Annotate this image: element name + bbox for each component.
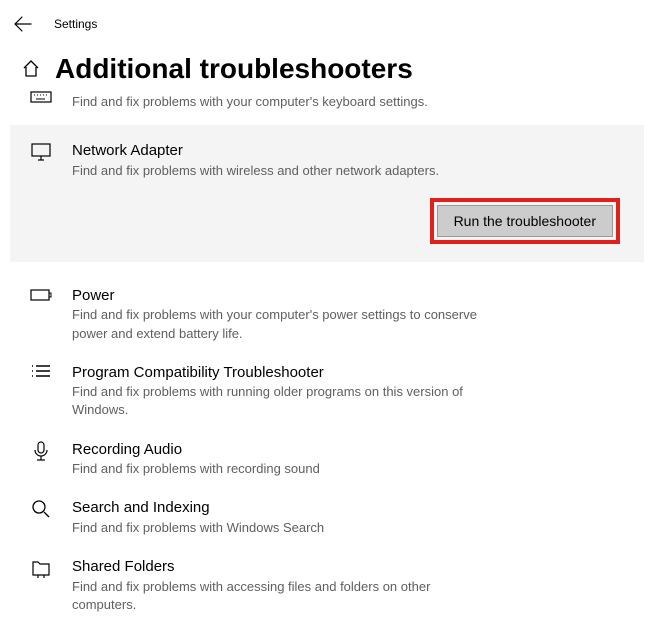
troubleshooter-title: Program Compatibility Troubleshooter bbox=[72, 363, 624, 383]
troubleshooter-desc: Find and fix problems with Windows Searc… bbox=[72, 519, 482, 537]
troubleshooter-title: Power bbox=[72, 286, 624, 306]
back-button[interactable] bbox=[8, 9, 38, 39]
troubleshooter-item-network[interactable]: Network Adapter Find and fix problems wi… bbox=[10, 125, 644, 262]
page-title: Additional troubleshooters bbox=[55, 53, 413, 85]
troubleshooter-desc: Find and fix problems with accessing fil… bbox=[72, 578, 482, 614]
keyboard-icon bbox=[30, 87, 52, 109]
troubleshooter-desc: Find and fix problems with wireless and … bbox=[72, 162, 482, 180]
list-icon bbox=[30, 363, 52, 385]
troubleshooter-desc: Find and fix problems with your computer… bbox=[72, 306, 482, 342]
troubleshooter-item-search[interactable]: Search and Indexing Find and fix problem… bbox=[10, 488, 644, 547]
troubleshooter-desc: Find and fix problems with running older… bbox=[72, 383, 482, 419]
troubleshooter-item-recording[interactable]: Recording Audio Find and fix problems wi… bbox=[10, 430, 644, 489]
troubleshooter-title: Recording Audio bbox=[72, 440, 624, 460]
troubleshooter-desc: Find and fix problems with recording sou… bbox=[72, 460, 482, 478]
arrow-left-icon bbox=[14, 15, 32, 33]
troubleshooter-title: Shared Folders bbox=[72, 557, 624, 577]
troubleshooter-item-power[interactable]: Power Find and fix problems with your co… bbox=[10, 276, 644, 353]
troubleshooter-desc: Find and fix problems with your computer… bbox=[72, 87, 428, 111]
folder-share-icon bbox=[30, 557, 52, 579]
monitor-icon bbox=[30, 141, 52, 163]
run-troubleshooter-button[interactable]: Run the troubleshooter bbox=[437, 205, 613, 237]
troubleshooter-item-compat[interactable]: Program Compatibility Troubleshooter Fin… bbox=[10, 353, 644, 430]
troubleshooter-title: Search and Indexing bbox=[72, 498, 624, 518]
home-icon[interactable] bbox=[21, 59, 41, 79]
troubleshooter-title: Network Adapter bbox=[72, 141, 624, 161]
window-title: Settings bbox=[54, 17, 97, 31]
microphone-icon bbox=[30, 440, 52, 462]
troubleshooter-item-shared[interactable]: Shared Folders Find and fix problems wit… bbox=[10, 547, 644, 624]
power-icon bbox=[30, 286, 52, 308]
search-icon bbox=[30, 498, 52, 520]
